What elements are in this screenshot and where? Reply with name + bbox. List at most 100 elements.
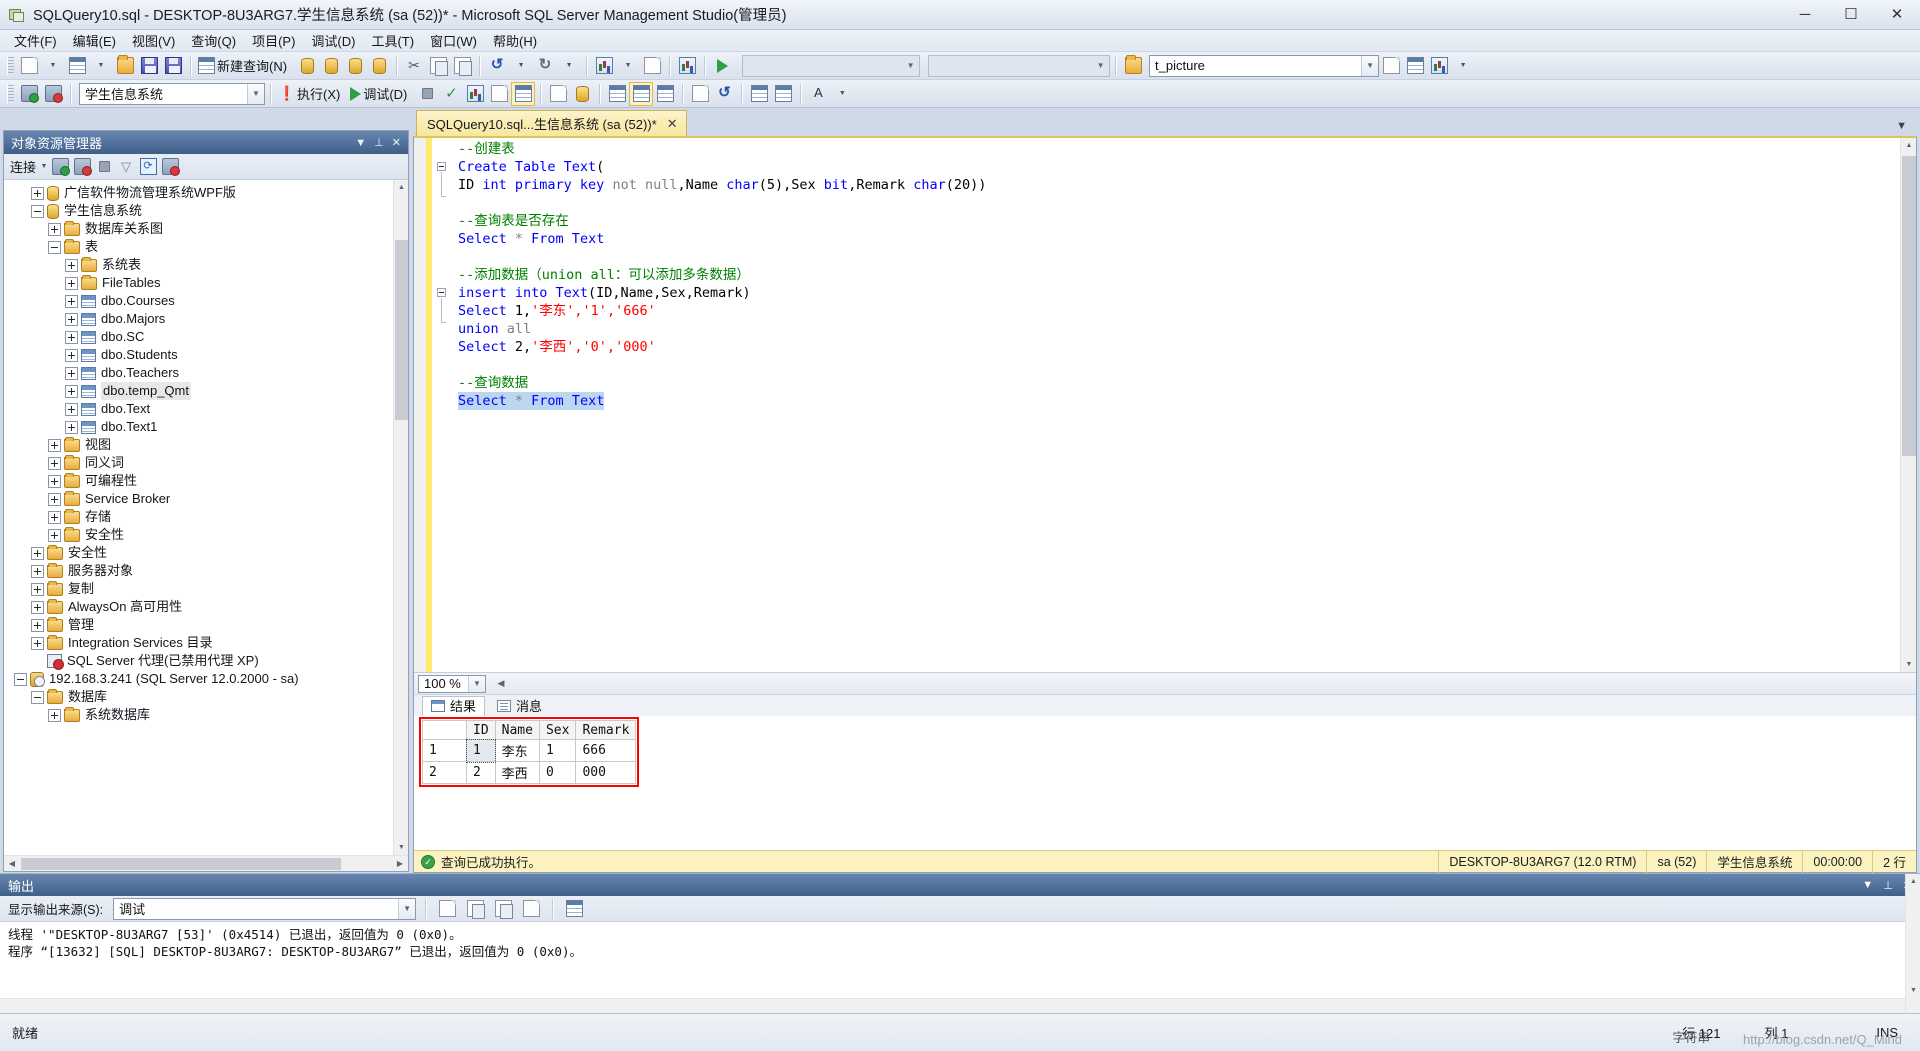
tree-node[interactable]: Service Broker <box>4 490 408 508</box>
editor-vertical-scrollbar[interactable]: ▲ ▼ <box>1900 138 1916 672</box>
results-to-file-button[interactable] <box>629 81 654 106</box>
output-menu-icon[interactable]: ▼ <box>1862 879 1873 892</box>
tree-node[interactable]: dbo.Majors <box>4 310 408 328</box>
oe-connect-button[interactable] <box>49 156 71 178</box>
editor-text[interactable]: --创建表 Create Table Text(ID int primary ke… <box>452 138 1916 672</box>
oe-stop-button[interactable] <box>93 156 115 178</box>
expand-icon[interactable] <box>65 420 78 434</box>
connect-button[interactable] <box>17 82 41 106</box>
tree-node[interactable]: 管理 <box>4 616 408 634</box>
tab-messages[interactable]: 消息 <box>489 696 550 716</box>
menu-edit[interactable]: 编辑(E) <box>65 29 124 52</box>
tree-node[interactable]: AlwaysOn 高可用性 <box>4 598 408 616</box>
output-toggle-wordwrap-button[interactable] <box>562 897 586 921</box>
font-button[interactable]: A <box>806 82 830 106</box>
navigate-backward-button[interactable] <box>592 54 616 78</box>
tree-node[interactable]: dbo.Students <box>4 346 408 364</box>
row-number-cell[interactable]: 1 <box>422 739 467 762</box>
column-header[interactable]: Remark <box>575 720 637 740</box>
new-project-dropdown[interactable]: ▼ <box>41 54 65 78</box>
tree-node[interactable]: 系统数据库 <box>4 706 408 724</box>
table-cell[interactable]: 2 <box>466 761 496 784</box>
new-dmx-query-button[interactable] <box>343 54 367 78</box>
menu-help[interactable]: 帮助(H) <box>485 29 545 52</box>
cancel-query-button[interactable] <box>415 82 439 106</box>
new-item-dropdown[interactable]: ▼ <box>89 54 113 78</box>
expand-icon[interactable] <box>48 528 61 542</box>
show-diagram-button[interactable] <box>675 54 699 78</box>
table-row[interactable]: 1 1 李东 1 666 <box>422 738 637 763</box>
find-options-button[interactable] <box>1379 54 1403 78</box>
save-button[interactable] <box>137 54 161 78</box>
expand-icon[interactable] <box>48 456 61 470</box>
editor-scroll-thumb[interactable] <box>1902 156 1916 456</box>
minimize-button[interactable]: ─ <box>1782 0 1828 30</box>
editor-scroll-down-button[interactable]: ▼ <box>1901 657 1916 672</box>
expand-icon[interactable] <box>31 636 44 650</box>
object-explorer-tree[interactable]: 广信软件物流管理系统WPF版 学生信息系统 数据库关系图表系统表 FileTables… <box>4 180 408 855</box>
comment-button[interactable] <box>688 82 712 106</box>
tree-node[interactable]: dbo.SC <box>4 328 408 346</box>
solution-config-combo[interactable]: ▼ <box>742 54 921 77</box>
output-goto-next-button[interactable] <box>491 897 515 921</box>
tab-sqlquery10[interactable]: SQLQuery10.sql...生信息系统 (sa (52))* ✕ <box>416 110 687 136</box>
tree-node[interactable]: 192.168.3.241 (SQL Server 12.0.2000 - sa… <box>4 670 408 688</box>
collapse-icon[interactable] <box>14 672 27 686</box>
save-all-button[interactable] <box>161 54 185 78</box>
debug-button[interactable]: 调试(D) <box>348 82 415 106</box>
expand-icon[interactable] <box>65 402 78 416</box>
expand-icon[interactable] <box>65 384 78 398</box>
toolbar-grip-2[interactable] <box>7 84 14 103</box>
connect-menu-caret[interactable]: ▼ <box>39 163 49 170</box>
expand-icon[interactable] <box>31 600 44 614</box>
expand-icon[interactable] <box>48 492 61 506</box>
collapse-icon[interactable] <box>31 204 44 218</box>
new-db-engine-query-button[interactable] <box>295 54 319 78</box>
toolbar-overflow-button[interactable] <box>1427 54 1451 78</box>
tree-node[interactable]: dbo.Teachers <box>4 364 408 382</box>
query-options-button[interactable] <box>487 82 511 106</box>
find-scope-button[interactable] <box>1403 54 1427 78</box>
fold-toggle-icon[interactable] <box>437 162 446 171</box>
start-debug-button[interactable] <box>710 54 734 78</box>
expand-icon[interactable] <box>48 222 61 236</box>
code-line[interactable]: --查询表是否存在 <box>458 212 1916 230</box>
tree-node[interactable]: 学生信息系统 <box>4 202 408 220</box>
output-scroll-down-button[interactable]: ▼ <box>1906 983 1920 998</box>
new-analysis-query-button[interactable] <box>319 54 343 78</box>
oe-scroll-thumb[interactable] <box>395 240 408 420</box>
parse-button[interactable]: ✓ <box>439 82 463 106</box>
expand-icon[interactable] <box>31 582 44 596</box>
oe-horizontal-scrollbar[interactable]: ◀ ▶ <box>4 855 408 871</box>
results-to-text-button[interactable] <box>570 82 594 106</box>
fold-toggle-icon[interactable] <box>437 288 446 297</box>
code-line[interactable]: --创建表 <box>458 140 1916 158</box>
zoom-combo[interactable]: 100 % ▼ <box>418 674 486 693</box>
expand-icon[interactable] <box>65 366 78 380</box>
navigate-forward-button[interactable] <box>640 54 664 78</box>
expand-icon[interactable] <box>48 474 61 488</box>
splitter-collapse-button[interactable]: ◀ <box>492 675 510 693</box>
tree-node[interactable]: 系统表 <box>4 256 408 274</box>
tree-node[interactable]: dbo.temp_Qmt <box>4 382 408 400</box>
undo-button[interactable]: ↺ <box>485 54 509 78</box>
results-grid[interactable]: ID Name Sex Remark 1 1 李东 1 666 2 2 李西 0 000 <box>422 720 637 784</box>
oe-filter-button[interactable]: ▽ <box>115 156 137 178</box>
code-line[interactable]: --查询数据 <box>458 374 1916 392</box>
table-cell[interactable]: 1 <box>538 739 577 762</box>
tree-node[interactable]: 服务器对象 <box>4 562 408 580</box>
menu-debug[interactable]: 调试(D) <box>303 29 363 52</box>
results-pane-button[interactable] <box>653 82 677 106</box>
editor-scroll-up-button[interactable]: ▲ <box>1901 138 1916 153</box>
uncomment-button[interactable]: ↺ <box>712 82 736 106</box>
tree-node[interactable]: 表 <box>4 238 408 256</box>
code-line[interactable]: Create Table Text( <box>458 158 1916 176</box>
column-header[interactable]: Sex <box>538 720 577 740</box>
oe-scroll-down-button[interactable]: ▼ <box>394 840 408 855</box>
results-to-grid-button[interactable] <box>605 82 629 106</box>
code-line[interactable] <box>458 194 1916 212</box>
column-header[interactable]: Name <box>494 720 540 740</box>
expand-icon[interactable] <box>65 276 78 290</box>
tree-node[interactable]: SQL Server 代理(已禁用代理 XP) <box>4 652 408 670</box>
tab-results[interactable]: 结果 <box>422 695 486 716</box>
